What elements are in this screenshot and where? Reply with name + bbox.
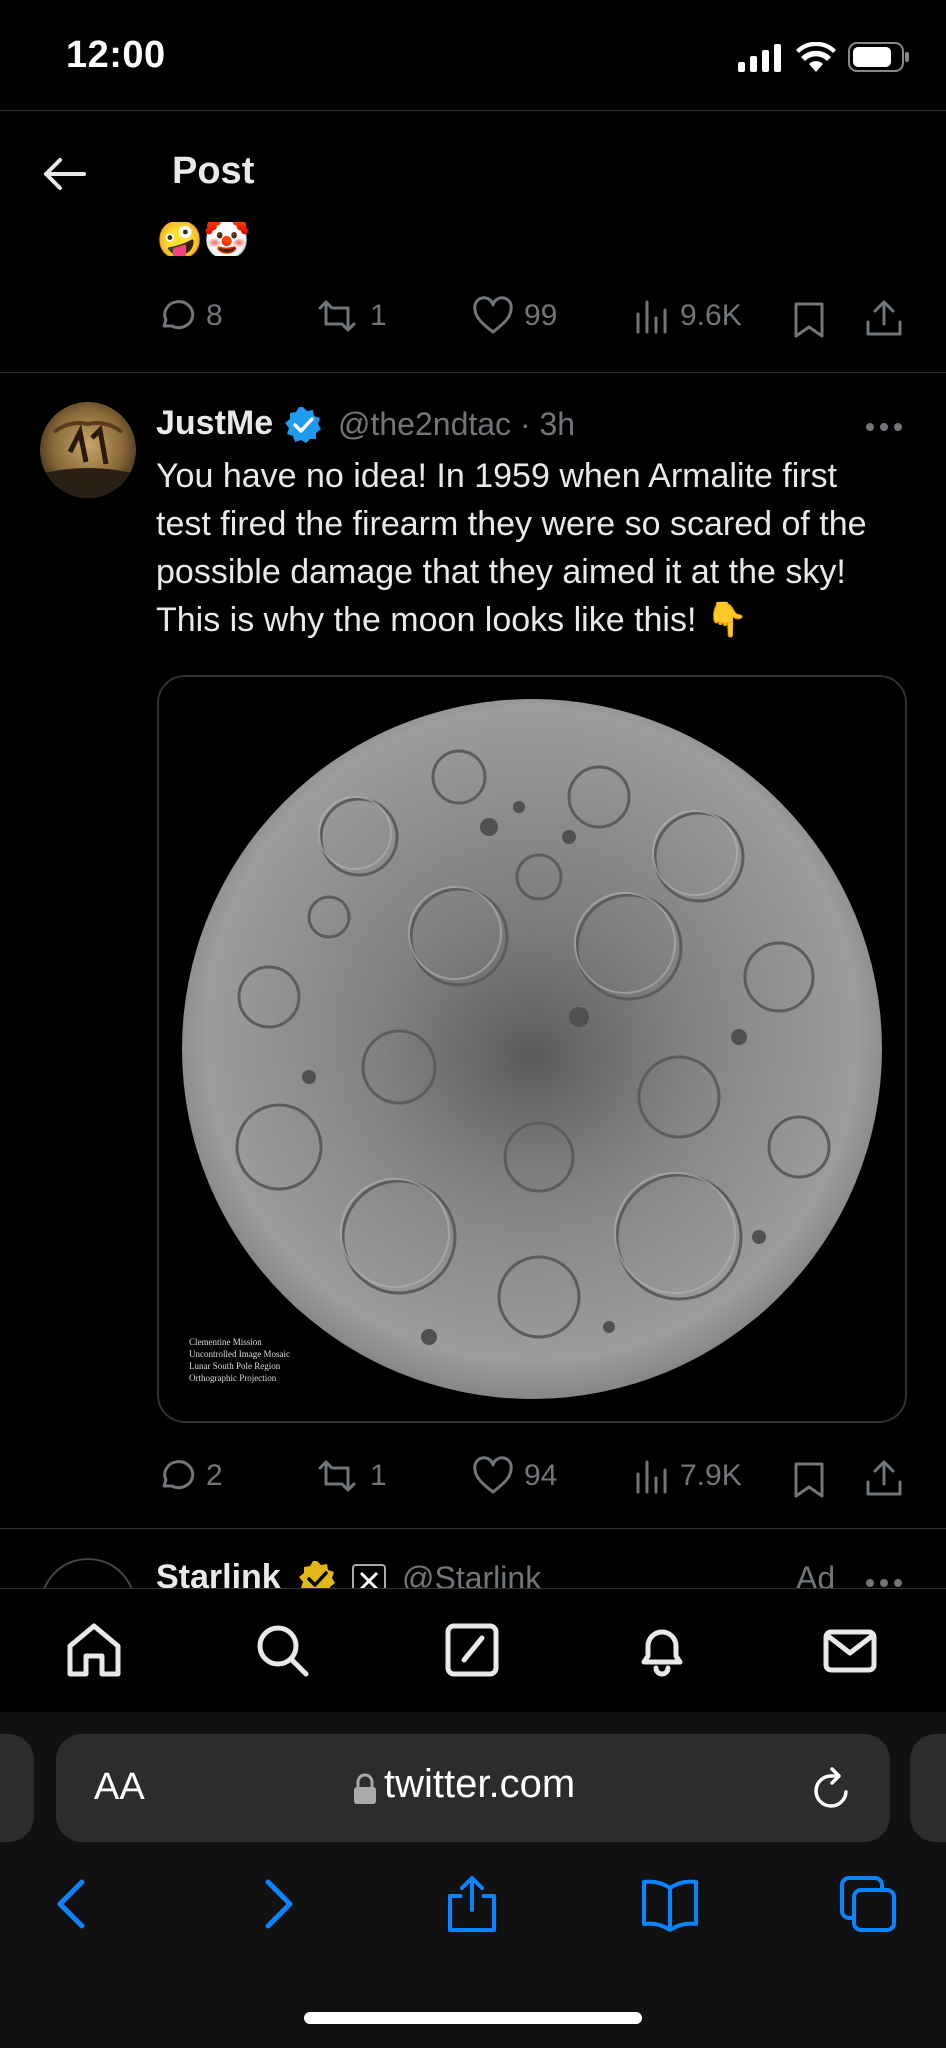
tweet-text: You have no idea! In 1959 when Armalite … (156, 457, 867, 639)
author-handle-time: @the2ndtac · 3h (338, 406, 576, 442)
notifications-icon[interactable] (632, 1620, 692, 1680)
share-icon[interactable] (864, 298, 904, 338)
reply-icon (162, 1460, 195, 1490)
bookmarks-icon[interactable] (640, 1874, 700, 1934)
author-name[interactable]: JustMe (156, 404, 273, 443)
bookmark-icon[interactable] (792, 1460, 826, 1500)
bookmark-icon[interactable] (792, 300, 826, 340)
like-button[interactable]: 99 (472, 296, 557, 336)
retweet-button[interactable]: 1 (314, 296, 387, 336)
url-text[interactable]: twitter.com (384, 1762, 575, 1807)
tabs-icon[interactable] (838, 1874, 898, 1934)
safari-share-icon[interactable] (442, 1874, 502, 1934)
like-button[interactable]: 94 (472, 1456, 557, 1496)
more-icon[interactable] (866, 422, 902, 432)
status-time: 12:00 (66, 34, 166, 76)
back-arrow-icon[interactable] (40, 152, 88, 196)
retweet-button[interactable]: 1 (314, 1456, 387, 1496)
reply-icon (162, 300, 195, 330)
media-caption-line: Clementine Mission (189, 1337, 262, 1347)
safari-forward-icon[interactable] (246, 1874, 306, 1934)
views-icon (636, 300, 667, 334)
wifi-icon (796, 42, 836, 72)
like-icon (473, 1456, 513, 1494)
battery-icon (848, 42, 909, 72)
tweet-divider (0, 1528, 946, 1529)
safari-back-icon[interactable] (44, 1874, 104, 1934)
messages-icon[interactable] (820, 1620, 880, 1680)
media-caption-line: Orthographic Projection (189, 1373, 277, 1383)
like-icon (473, 296, 513, 334)
avatar[interactable] (40, 402, 136, 498)
views-icon (636, 1460, 667, 1494)
compose-icon[interactable] (442, 1620, 502, 1680)
prev-tweet-emoji: 🤪🤡 (156, 222, 251, 256)
reload-icon[interactable] (810, 1764, 854, 1812)
share-icon[interactable] (864, 1458, 904, 1498)
retweet-icon (318, 300, 356, 332)
page-title: Post (172, 150, 255, 192)
previous-tab-peek[interactable] (0, 1734, 34, 1842)
retweet-icon (318, 1460, 356, 1492)
like-count: 94 (524, 1459, 558, 1492)
verified-badge-icon (285, 407, 321, 443)
views-count: 7.9K (680, 1459, 742, 1492)
home-indicator (304, 2012, 642, 2024)
views-button[interactable]: 7.9K (634, 1456, 742, 1496)
tweet-divider (0, 372, 946, 373)
media-caption-line: Lunar South Pole Region (189, 1361, 281, 1371)
media-caption-line: Uncontrolled Image Mosaic (189, 1349, 290, 1359)
search-icon[interactable] (252, 1620, 312, 1680)
views-button[interactable]: 9.6K (634, 296, 742, 336)
next-tab-peek[interactable] (910, 1734, 946, 1842)
reply-button[interactable]: 2 (156, 1456, 223, 1496)
views-count: 9.6K (680, 299, 742, 332)
lock-icon (354, 1773, 376, 1804)
like-count: 99 (524, 299, 558, 332)
signal-icon (738, 44, 781, 72)
more-icon[interactable] (866, 1578, 902, 1588)
retweet-count: 1 (370, 1459, 387, 1492)
retweet-count: 1 (370, 299, 387, 332)
reply-button[interactable]: 8 (156, 296, 223, 336)
status-divider (0, 110, 946, 111)
reader-options-button[interactable]: AA (94, 1766, 145, 1809)
reply-count: 2 (206, 1459, 223, 1492)
home-icon[interactable] (64, 1620, 124, 1680)
tweet-media-image[interactable]: Clementine Mission Uncontrolled Image Mo… (157, 675, 907, 1423)
reply-count: 8 (206, 299, 223, 332)
